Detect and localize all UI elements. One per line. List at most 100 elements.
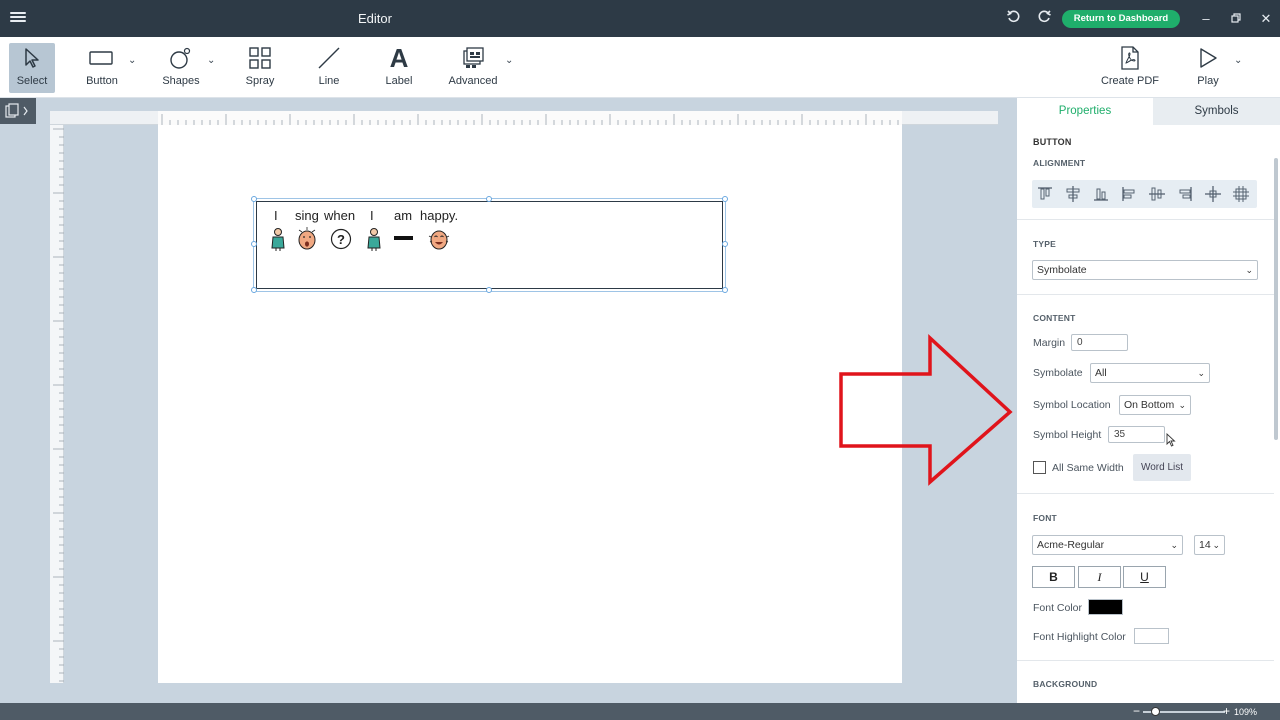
underline-button[interactable]: U [1123,566,1166,588]
chevron-down-icon: ⌄ [1178,400,1186,410]
align-center-icon[interactable] [1203,184,1223,204]
section-divider [1017,294,1274,295]
happy-face-symbol-icon [428,230,450,250]
shapes-tool-button[interactable]: Shapes [158,43,204,93]
symbolate-select[interactable]: All ⌄ [1090,363,1210,383]
button-tool-button[interactable]: Button [80,43,124,93]
resize-handle-n[interactable] [486,196,492,202]
resize-handle-e[interactable] [722,241,728,247]
zoom-level: 109% [1234,707,1258,717]
word-list-button[interactable]: Word List [1133,454,1191,481]
resize-handle-ne[interactable] [722,196,728,202]
font-color-swatch[interactable] [1088,599,1123,615]
shapes-dropdown-chevron-icon[interactable]: ⌄ [207,55,215,66]
restore-icon[interactable] [1226,9,1246,29]
symbol-location-select[interactable]: On Bottom ⌄ [1119,395,1191,415]
undo-icon[interactable] [1004,9,1024,29]
singing-face-symbol-icon [298,227,316,250]
symbol-location-label: Symbol Location [1033,399,1111,411]
symbol-height-input[interactable]: 35 [1108,426,1165,443]
font-size-select[interactable]: 14 ⌄ [1194,535,1225,555]
status-bar: − + 109% [0,703,1280,720]
button-label: Button [86,75,118,87]
panel-scrollbar[interactable] [1274,158,1278,440]
section-alignment-title: ALIGNMENT [1033,158,1086,168]
zoom-slider-handle[interactable] [1151,707,1160,716]
margin-input[interactable]: 0 [1071,334,1128,351]
alignment-toolbar [1032,180,1257,208]
play-icon [1190,43,1226,73]
title-bar: Editor Return to Dashboard – ✕ [0,0,1280,37]
redo-icon[interactable] [1034,9,1054,29]
line-label: Line [318,75,340,87]
sentence-word: sing [295,208,319,223]
shapes-icon [158,43,204,73]
type-select-value: Symbolate [1037,264,1087,276]
pages-panel-toggle[interactable] [0,98,36,124]
dash-symbol-icon [394,236,413,240]
tab-symbols[interactable]: Symbols [1153,98,1280,125]
chevron-down-icon: ⌄ [1212,540,1220,550]
pdf-icon [1098,43,1162,73]
spray-tool-button[interactable]: Spray [239,43,281,93]
window-title: Editor [358,11,392,26]
section-divider [1017,660,1274,661]
align-top-icon[interactable] [1035,184,1055,204]
font-highlight-color-swatch[interactable] [1134,628,1169,644]
resize-handle-sw[interactable] [251,287,257,293]
zoom-out-icon[interactable]: − [1133,705,1140,717]
sentence-word: I [370,208,374,223]
resize-handle-w[interactable] [251,241,257,247]
section-divider [1017,493,1274,494]
cursor-icon [9,43,55,73]
advanced-icon [446,43,500,73]
mouse-cursor-icon [1166,433,1176,447]
line-tool-button[interactable]: Line [310,43,348,93]
resize-handle-s[interactable] [486,287,492,293]
close-icon[interactable]: ✕ [1256,9,1276,29]
chevron-down-icon: ⌄ [1170,540,1178,550]
tab-properties[interactable]: Properties [1017,98,1153,125]
person-symbol-icon [367,228,381,251]
button-dropdown-chevron-icon[interactable]: ⌄ [128,55,136,66]
resize-handle-se[interactable] [722,287,728,293]
sentence-word: happy. [420,208,459,223]
create-pdf-label: Create PDF [1100,75,1160,87]
all-same-width-checkbox[interactable] [1033,461,1046,474]
play-dropdown-chevron-icon[interactable]: ⌄ [1234,55,1242,66]
bold-button[interactable]: B [1032,566,1075,588]
align-middle-vertical-icon[interactable] [1147,184,1167,204]
section-divider [1017,219,1274,220]
type-select[interactable]: Symbolate ⌄ [1032,260,1258,280]
minimize-icon[interactable]: – [1196,9,1216,29]
font-color-label: Font Color [1033,602,1083,614]
pages-icon [5,103,28,118]
font-highlight-color-label: Font Highlight Color [1033,631,1126,643]
person-symbol-icon [271,228,285,251]
label-tool-button[interactable]: A Label [378,43,420,93]
return-to-dashboard-button[interactable]: Return to Dashboard [1062,10,1180,28]
vertical-ruler [50,125,64,683]
align-center-horizontal-icon[interactable] [1063,184,1083,204]
red-arrow-icon [839,334,1013,486]
font-family-select-value: Acme-Regular [1037,539,1105,551]
align-bottom-icon[interactable] [1091,184,1111,204]
all-same-width-label: All Same Width [1052,462,1124,474]
zoom-in-icon[interactable]: + [1223,705,1230,717]
properties-panel: Properties Symbols BUTTON ALIGNMENT TYPE… [1017,98,1280,703]
italic-button[interactable]: I [1078,566,1121,588]
play-button[interactable]: Play [1190,43,1226,93]
sentence-word: I [274,208,278,223]
advanced-label: Advanced [448,75,498,87]
font-family-select[interactable]: Acme-Regular ⌄ [1032,535,1183,555]
select-tool-button[interactable]: Select [9,43,55,93]
advanced-tool-button[interactable]: Advanced [446,43,500,93]
line-icon [310,43,348,73]
resize-handle-nw[interactable] [251,196,257,202]
align-right-icon[interactable] [1175,184,1195,204]
advanced-dropdown-chevron-icon[interactable]: ⌄ [505,55,513,66]
create-pdf-button[interactable]: Create PDF [1098,43,1162,93]
align-left-icon[interactable] [1119,184,1139,204]
distribute-icon[interactable] [1231,184,1251,204]
section-content-title: CONTENT [1033,313,1076,323]
